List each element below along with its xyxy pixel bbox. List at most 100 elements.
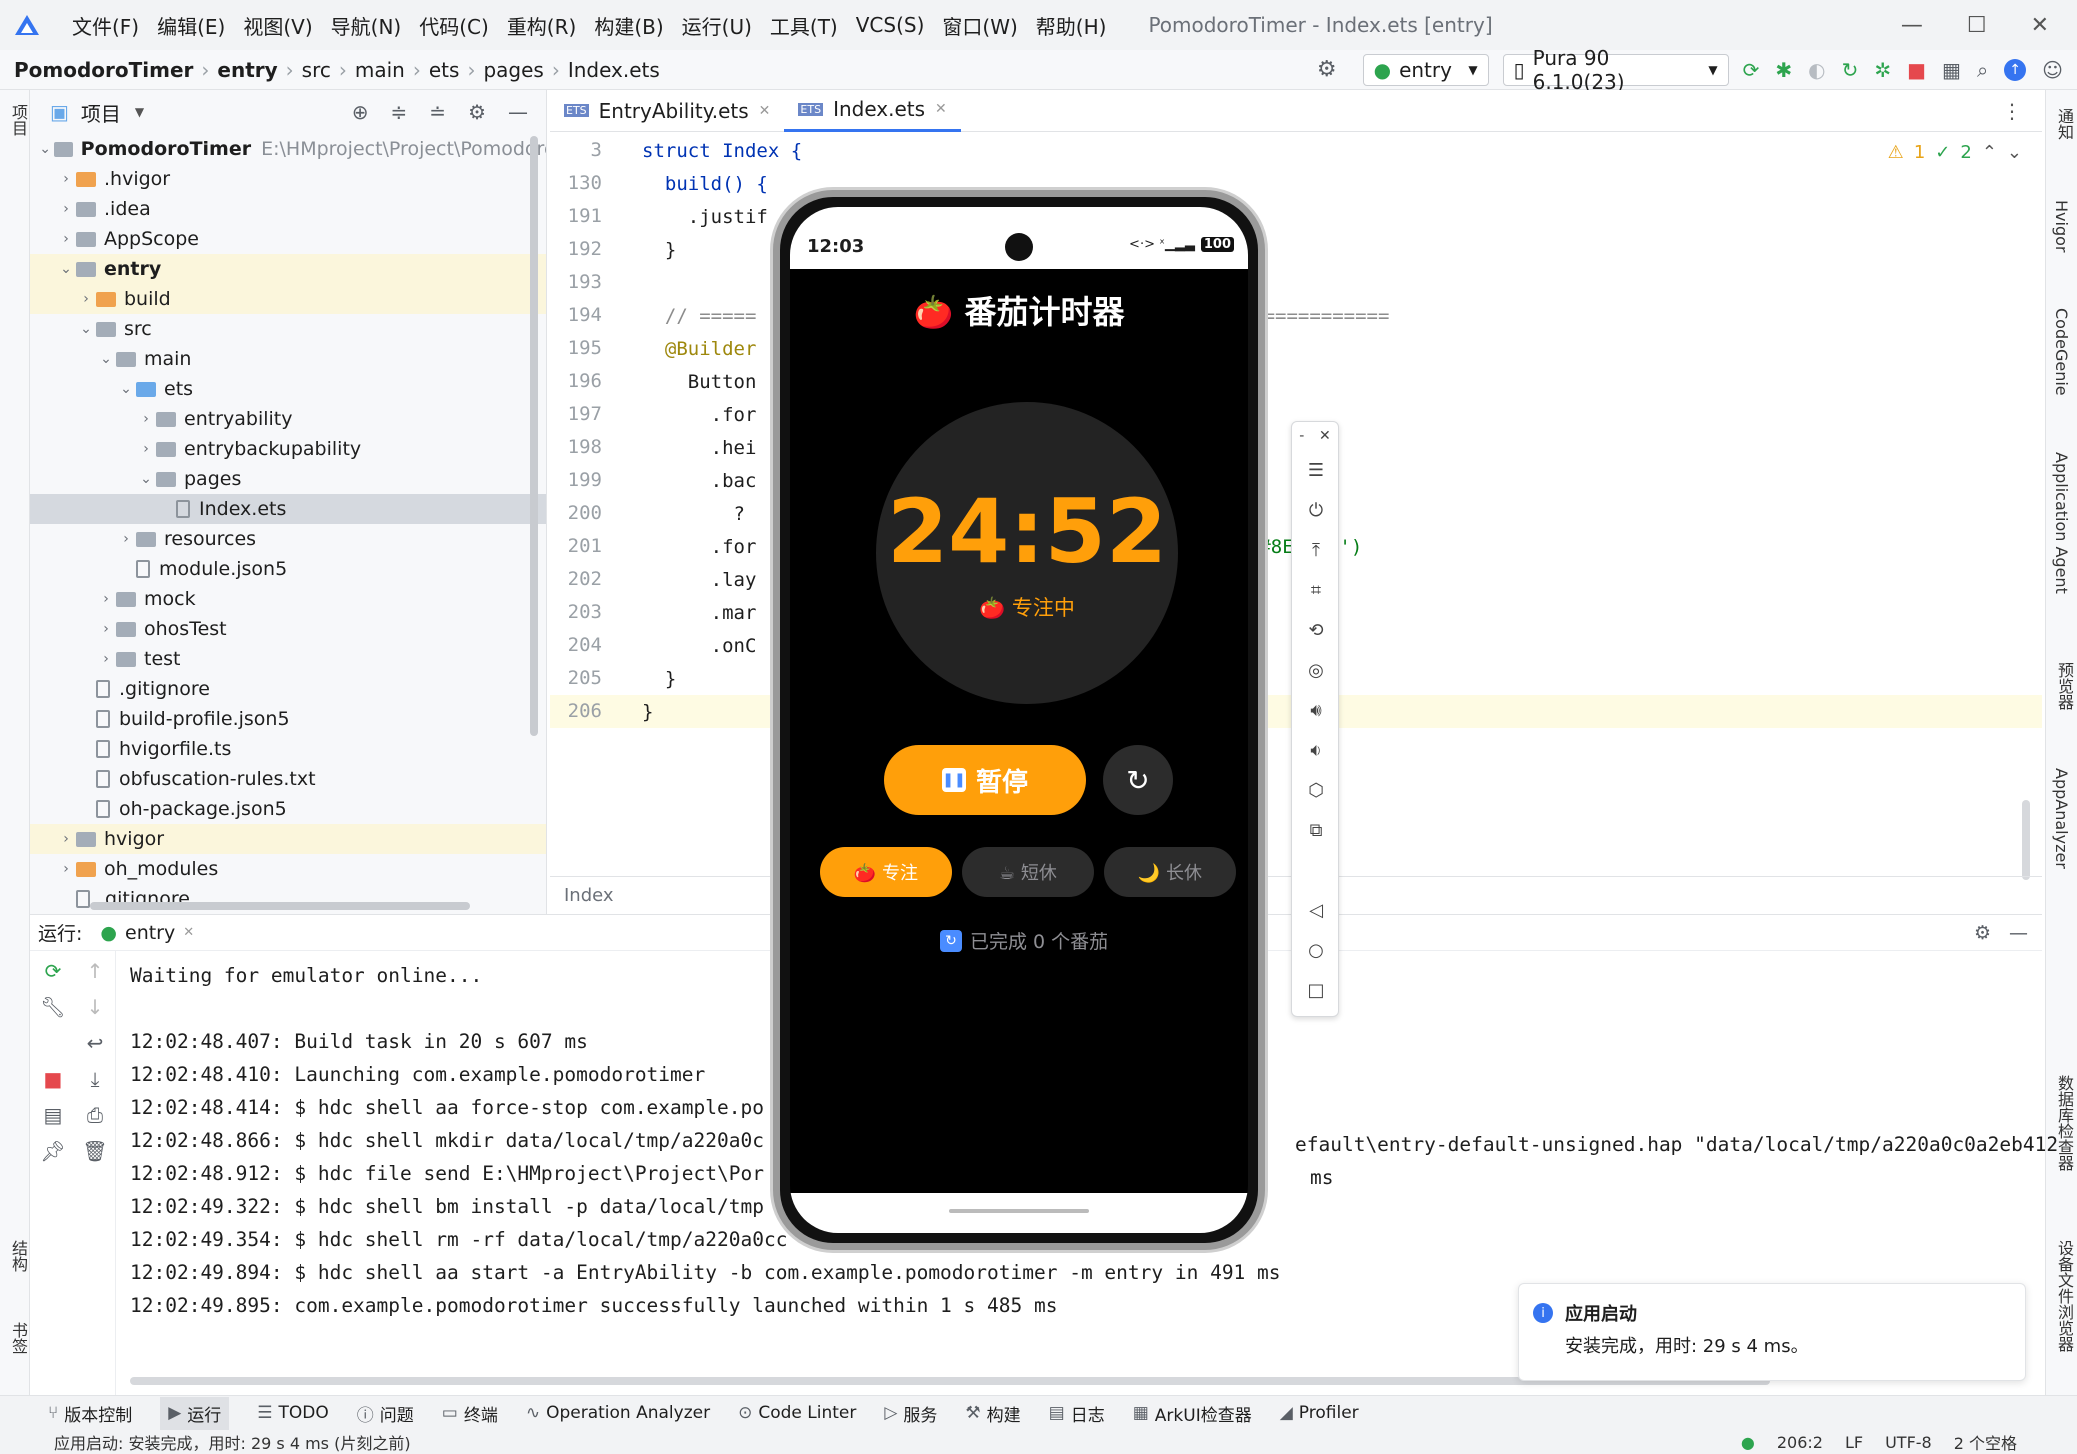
- breadcrumb-item[interactable]: pages: [483, 58, 543, 82]
- chevron-down-icon[interactable]: ⌄: [2007, 142, 2022, 163]
- tree-item[interactable]: › build: [30, 284, 546, 314]
- bottom-tab[interactable]: ▭ 终端: [442, 1401, 498, 1426]
- chevron-right-icon[interactable]: ›: [136, 411, 156, 427]
- tree-item[interactable]: › test: [30, 644, 546, 674]
- close-icon[interactable]: ✕: [935, 101, 947, 117]
- debug-icon[interactable]: ✱: [1775, 58, 1792, 82]
- cursor-position[interactable]: 206:2: [1777, 1433, 1823, 1452]
- tree-item[interactable]: › hvigor: [30, 824, 546, 854]
- bottom-tab[interactable]: ▦ ArkUI检查器: [1133, 1401, 1252, 1426]
- notifications-tool-button[interactable]: 通知: [2052, 108, 2076, 140]
- mode-short-break-button[interactable]: ☕ 短休: [962, 847, 1094, 897]
- run-icon[interactable]: ⟳: [1743, 58, 1760, 82]
- locate-icon[interactable]: ⊕: [352, 100, 369, 124]
- tree-item[interactable]: Index.ets: [30, 494, 546, 524]
- stop-icon[interactable]: ■: [1907, 58, 1926, 82]
- power-icon[interactable]: ⏻: [1292, 490, 1340, 530]
- file-encoding[interactable]: UTF-8: [1885, 1433, 1932, 1452]
- hvigor-tool-button[interactable]: Hvigor: [2052, 200, 2071, 252]
- search-icon[interactable]: ⌕: [1977, 58, 1988, 82]
- chevron-down-icon[interactable]: ⌄: [116, 381, 136, 397]
- menu-item[interactable]: 文件(F): [72, 11, 139, 40]
- expand-all-icon[interactable]: ≑: [391, 100, 408, 124]
- menu-item[interactable]: 视图(V): [243, 11, 312, 40]
- indent-setting[interactable]: 2 个空格: [1954, 1430, 2017, 1454]
- device-selector[interactable]: ▯ Pura 90 6.1.0(23) ▼: [1502, 46, 1729, 94]
- chevron-right-icon[interactable]: ›: [56, 171, 76, 187]
- chevron-down-icon[interactable]: ⌄: [36, 141, 54, 157]
- tree-item[interactable]: .gitignore: [30, 674, 546, 704]
- fold-icon[interactable]: ⬡: [1292, 770, 1340, 810]
- wrench-icon[interactable]: 🔧︎: [32, 995, 74, 1019]
- tree-item[interactable]: › entrybackupability: [30, 434, 546, 464]
- menu-item[interactable]: 代码(C): [419, 11, 489, 40]
- back-icon[interactable]: ◁: [1292, 890, 1340, 930]
- tree-h-scrollbar[interactable]: [90, 902, 470, 910]
- menu-item[interactable]: 导航(N): [331, 11, 402, 40]
- chevron-right-icon[interactable]: ›: [76, 291, 96, 307]
- tree-item[interactable]: › entryability: [30, 404, 546, 434]
- tree-scrollbar[interactable]: [530, 136, 538, 736]
- chevron-right-icon[interactable]: ›: [56, 831, 76, 847]
- codegenie-tool-button[interactable]: CodeGenie: [2052, 308, 2071, 396]
- menu-item[interactable]: 运行(U): [682, 11, 752, 40]
- breadcrumb-item[interactable]: entry: [217, 58, 277, 82]
- hide-panel-icon[interactable]: —: [508, 100, 528, 124]
- menu-item[interactable]: 重构(R): [507, 11, 577, 40]
- bottom-tab[interactable]: ⓘ 问题: [357, 1401, 414, 1426]
- chevron-right-icon[interactable]: ›: [56, 231, 76, 247]
- home-indicator[interactable]: [949, 1209, 1089, 1213]
- structure-tool-button[interactable]: 结构: [6, 1240, 30, 1272]
- menu-icon[interactable]: ☰: [1292, 450, 1340, 490]
- rerun-icon[interactable]: ⟳: [32, 959, 74, 983]
- menu-item[interactable]: 编辑(E): [157, 11, 225, 40]
- recents-icon[interactable]: □: [1292, 970, 1340, 1010]
- chevron-down-icon[interactable]: ⌄: [136, 471, 156, 487]
- chevron-right-icon[interactable]: ›: [96, 621, 116, 637]
- tree-item[interactable]: › resources: [30, 524, 546, 554]
- project-tool-button[interactable]: 项目: [6, 104, 30, 136]
- maximize-icon[interactable]: ☐: [1967, 13, 1987, 38]
- volume-down-icon[interactable]: 🔉︎: [1292, 730, 1340, 770]
- rotate-icon[interactable]: ⟲: [1292, 610, 1340, 650]
- close-icon[interactable]: ✕: [1319, 428, 1331, 444]
- tree-item[interactable]: obfuscation-rules.txt: [30, 764, 546, 794]
- pause-button[interactable]: ❚❚ 暂停: [884, 745, 1086, 815]
- status-message[interactable]: 应用启动: 安装完成，用时: 29 s 4 ms (片刻之前): [54, 1430, 411, 1454]
- crop-icon[interactable]: ⌗: [1292, 570, 1340, 610]
- tree-item[interactable]: › .hvigor: [30, 164, 546, 194]
- close-icon[interactable]: ✕: [183, 925, 194, 940]
- tree-item[interactable]: › oh_modules: [30, 854, 546, 884]
- minimize-icon[interactable]: -: [1299, 428, 1304, 444]
- profile-icon[interactable]: ✲: [1874, 58, 1891, 82]
- code-line[interactable]: 3 struct Index {: [550, 134, 2042, 167]
- update-icon[interactable]: ↑: [2004, 58, 2027, 81]
- rerun-icon[interactable]: ↻: [1842, 58, 1859, 82]
- application-agent-tool-button[interactable]: Application Agent: [2052, 452, 2071, 594]
- stop-icon[interactable]: ■: [32, 1067, 74, 1091]
- tree-item[interactable]: ⌄ entry: [30, 254, 546, 284]
- tree-item[interactable]: oh-package.json5: [30, 794, 546, 824]
- breadcrumb-item[interactable]: ets: [429, 58, 460, 82]
- tree-item[interactable]: ⌄ main: [30, 344, 546, 374]
- attach-debugger-icon[interactable]: ◐: [1808, 58, 1825, 82]
- run-tab-entry[interactable]: ● entry ✕: [100, 922, 194, 944]
- tab-index[interactable]: ETS Index.ets ✕: [784, 90, 961, 132]
- bottom-tab[interactable]: ⑂ 版本控制: [48, 1401, 132, 1426]
- arrow-up-icon[interactable]: ↑: [74, 959, 116, 983]
- tree-item[interactable]: › AppScope: [30, 224, 546, 254]
- options-gear-icon[interactable]: ⚙: [468, 100, 486, 124]
- tree-item[interactable]: ⌄ src: [30, 314, 546, 344]
- print-icon[interactable]: ⎙: [74, 1103, 116, 1127]
- more-options-icon[interactable]: ⋮: [2002, 99, 2022, 123]
- bottom-tab[interactable]: ∿ Operation Analyzer: [526, 1403, 710, 1423]
- layout-icon[interactable]: ▤: [32, 1103, 74, 1127]
- settings-sync-icon[interactable]: ⚙: [1317, 57, 1337, 82]
- home-icon[interactable]: ○: [1292, 930, 1340, 970]
- bottom-tab[interactable]: ☰ TODO: [257, 1403, 329, 1423]
- pin-top-icon[interactable]: ⤒: [1292, 530, 1340, 570]
- volume-up-icon[interactable]: 🔊︎: [1292, 690, 1340, 730]
- bottom-tab[interactable]: ▶ 运行: [160, 1396, 230, 1430]
- tree-item[interactable]: hvigorfile.ts: [30, 734, 546, 764]
- tree-item[interactable]: ⌄ pages: [30, 464, 546, 494]
